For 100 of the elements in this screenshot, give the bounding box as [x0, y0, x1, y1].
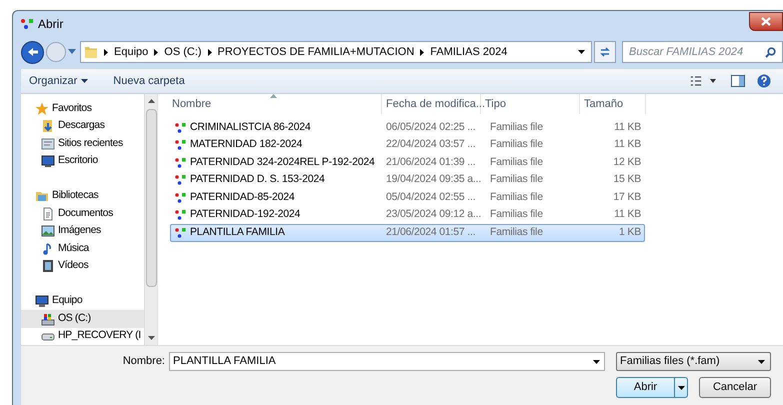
document-icon [41, 206, 55, 221]
chevron-right-icon [420, 48, 424, 56]
modified-date: 21/06/2024 01:57 ... [385, 224, 476, 240]
file-row[interactable]: MATERNIDAD 182-2024 22/04/2024 03:57 ... Familias file 11 KB [170, 136, 645, 154]
window-title: Abrir [38, 16, 64, 33]
picture-icon [41, 224, 55, 238]
dropdown-arrow-icon[interactable] [578, 50, 585, 54]
file-icon [175, 210, 186, 220]
file-name: PATERNIDAD-192-2024 [171, 207, 383, 224]
sidebar-item[interactable]: Equipo [21, 292, 144, 310]
file-size: 11 KB [613, 120, 641, 135]
sidebar-item[interactable]: Imágenes [21, 222, 144, 240]
file-name: PATERNIDAD D. S. 153-2024 [171, 172, 383, 188]
breadcrumb-item[interactable]: PROYECTOS DE FAMILIA+MUTACION [218, 44, 414, 60]
file-name: MATERNIDAD 182-2024 [171, 137, 383, 154]
file-row[interactable]: PATERNIDAD-192-2024 23/05/2024 09:12 a... Familias file 11 KB [170, 206, 645, 224]
dropdown-arrow-icon[interactable] [593, 360, 600, 364]
file-size: 11 KB [613, 137, 641, 152]
library-icon [35, 189, 49, 204]
star-icon [35, 102, 49, 116]
file-type: Familias file [489, 137, 544, 152]
file-size: 15 KB [612, 172, 641, 188]
file-type: Familias file [489, 172, 544, 188]
file-type: Familias file [489, 154, 544, 170]
filename-label: Nombre: [122, 354, 165, 370]
caret-icon [678, 386, 684, 390]
open-split-button[interactable]: Abrir [616, 377, 688, 398]
file-icon [175, 175, 186, 186]
column-header[interactable]: Tipo [481, 94, 580, 114]
file-icon [175, 192, 186, 203]
refresh-icon [599, 46, 611, 58]
file-type: Familias file [489, 190, 544, 205]
sidebar-item[interactable]: Sitios recientes [21, 135, 144, 152]
modified-date: 06/05/2024 02:25 ... [385, 120, 476, 135]
file-row[interactable]: PATERNIDAD 324-2024REL P-192-2024 21/06/2024 01:39 ... Familias file 12 KB [170, 154, 645, 172]
organize-menu[interactable]: Organizar [29, 72, 88, 90]
search-field[interactable]: Buscar FAMILIAS 2024 [622, 41, 783, 63]
folder-icon [84, 45, 98, 59]
app-icon [21, 19, 33, 29]
search-icon [765, 46, 776, 58]
file-row[interactable]: PATERNIDAD-85-2024 05/04/2024 02:55 ... Familias file 17 KB [170, 189, 645, 206]
cancel-button[interactable]: Cancelar [699, 377, 771, 398]
file-name: PATERNIDAD 324-2024REL P-192-2024 [171, 154, 383, 171]
back-button[interactable] [21, 40, 44, 64]
file-icon [175, 122, 186, 133]
column-header[interactable]: Nombre [170, 94, 382, 114]
file-type: Familias file [489, 120, 544, 135]
back-arrow-icon [26, 47, 38, 57]
new-folder-button[interactable]: Nueva carpeta [113, 72, 185, 90]
breadcrumb-item[interactable]: FAMILIAS 2024 [430, 44, 508, 60]
sidebar-item[interactable]: Vídeos [21, 258, 144, 275]
sidebar-item[interactable]: OS (C:) [21, 310, 144, 328]
sidebar-scrollbar[interactable] [144, 94, 157, 345]
scrollbar-thumb[interactable] [146, 109, 156, 287]
desktop-icon [41, 154, 55, 168]
scroll-down-icon[interactable] [148, 336, 154, 340]
download-folder-icon [41, 119, 55, 134]
file-name: PATERNIDAD-85-2024 [171, 190, 383, 206]
modified-date: 19/04/2024 09:35 a... [385, 172, 482, 188]
breadcrumb-item[interactable]: OS (C:) [164, 44, 202, 60]
sort-arrow-icon [270, 94, 277, 98]
file-row[interactable]: PLANTILLA FAMILIA 21/06/2024 01:57 ... Familias file 1 KB [170, 224, 645, 242]
file-size: 1 KB [618, 224, 641, 240]
search-placeholder: Buscar FAMILIAS 2024 [629, 44, 744, 60]
file-size: 12 KB [612, 154, 641, 170]
sidebar-item[interactable]: HP_RECOVERY (I [21, 328, 144, 345]
modified-date: 05/04/2024 02:55 ... [385, 190, 476, 205]
close-button[interactable] [749, 12, 783, 31]
sidebar-item[interactable]: Descargas [21, 118, 144, 135]
help-icon[interactable] [757, 74, 771, 88]
file-icon [175, 140, 186, 150]
sidebar-item[interactable]: Música [21, 240, 144, 258]
close-icon [761, 17, 771, 26]
history-dropdown-icon[interactable] [68, 49, 76, 55]
column-header[interactable]: Tamaño [580, 94, 646, 114]
modified-date: 23/05/2024 09:12 a... [385, 207, 482, 222]
file-type: Familias file [489, 224, 544, 240]
file-type-value: Familias files (*.fam) [620, 354, 721, 370]
scroll-up-icon[interactable] [148, 99, 154, 103]
refresh-button[interactable] [594, 41, 616, 63]
preview-pane-icon[interactable] [731, 75, 745, 87]
modified-date: 21/06/2024 01:39 ... [385, 154, 476, 170]
file-row[interactable]: CRIMINALISTCIA 86-2024 06/05/2024 02:25 ... Familias file 11 KB [170, 119, 645, 136]
file-size: 17 KB [612, 190, 641, 205]
filename-field[interactable]: PLANTILLA FAMILIA [169, 352, 605, 371]
address-bar[interactable]: Equipo OS (C:) PROYECTOS DE FAMILIA+MUTACION FAMILIAS 2024 [80, 41, 592, 63]
breadcrumb-item[interactable]: Equipo [114, 44, 148, 60]
sidebar-item[interactable]: Escritorio [21, 152, 144, 170]
file-icon [175, 158, 186, 168]
dropdown-arrow-icon [758, 360, 765, 364]
file-row[interactable]: PATERNIDAD D. S. 153-2024 19/04/2024 09:35 a... Familias file 15 KB [170, 172, 645, 189]
file-size: 11 KB [613, 207, 641, 222]
sidebar-item[interactable]: Favoritos [21, 100, 144, 118]
sidebar-item[interactable]: Documentos [21, 205, 144, 222]
sidebar-item[interactable]: Bibliotecas [21, 188, 144, 205]
chevron-right-icon [104, 48, 108, 56]
view-options-icon[interactable] [691, 76, 717, 86]
file-type-dropdown[interactable]: Familias files (*.fam) [616, 352, 771, 371]
file-name: CRIMINALISTCIA 86-2024 [171, 120, 383, 136]
file-type: Familias file [489, 207, 544, 222]
